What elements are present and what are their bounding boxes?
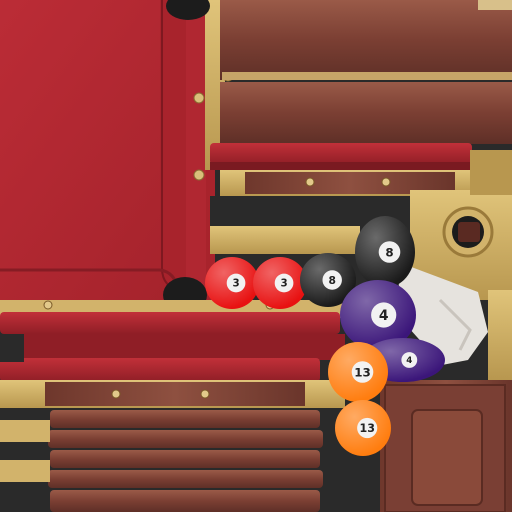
shadow-block: [210, 196, 370, 226]
ball-3-2: 3: [253, 257, 307, 309]
ball-number: 8: [328, 274, 335, 287]
ball-13-8: 13: [335, 400, 391, 456]
ball-number: 13: [354, 365, 371, 379]
ball-number: 13: [359, 422, 374, 435]
ball-number: 4: [406, 356, 412, 366]
ball-8-4: 8: [355, 216, 415, 288]
ball-number: 8: [385, 245, 393, 259]
ball-number: 3: [232, 278, 239, 290]
atlas-canvas: 3 3 8 8 4 4 13 13: [0, 0, 512, 512]
ball-number: 3: [280, 278, 287, 290]
wood-steps: [0, 408, 345, 512]
ball-3-1: 3: [205, 257, 259, 309]
felt-panel: [0, 0, 215, 300]
ball-number: 4: [379, 308, 389, 324]
ball-13-7: 13: [328, 342, 388, 402]
brass-rivet: [193, 92, 205, 104]
brass-plate: [210, 226, 360, 254]
brass-rivet: [193, 169, 205, 181]
wood-panel-top: [220, 0, 512, 144]
texture-atlas: 3 3 8 8 4 4 13 13: [0, 0, 512, 512]
felt-rail-upper: [210, 143, 472, 170]
wood-rail-lower: [0, 300, 345, 408]
